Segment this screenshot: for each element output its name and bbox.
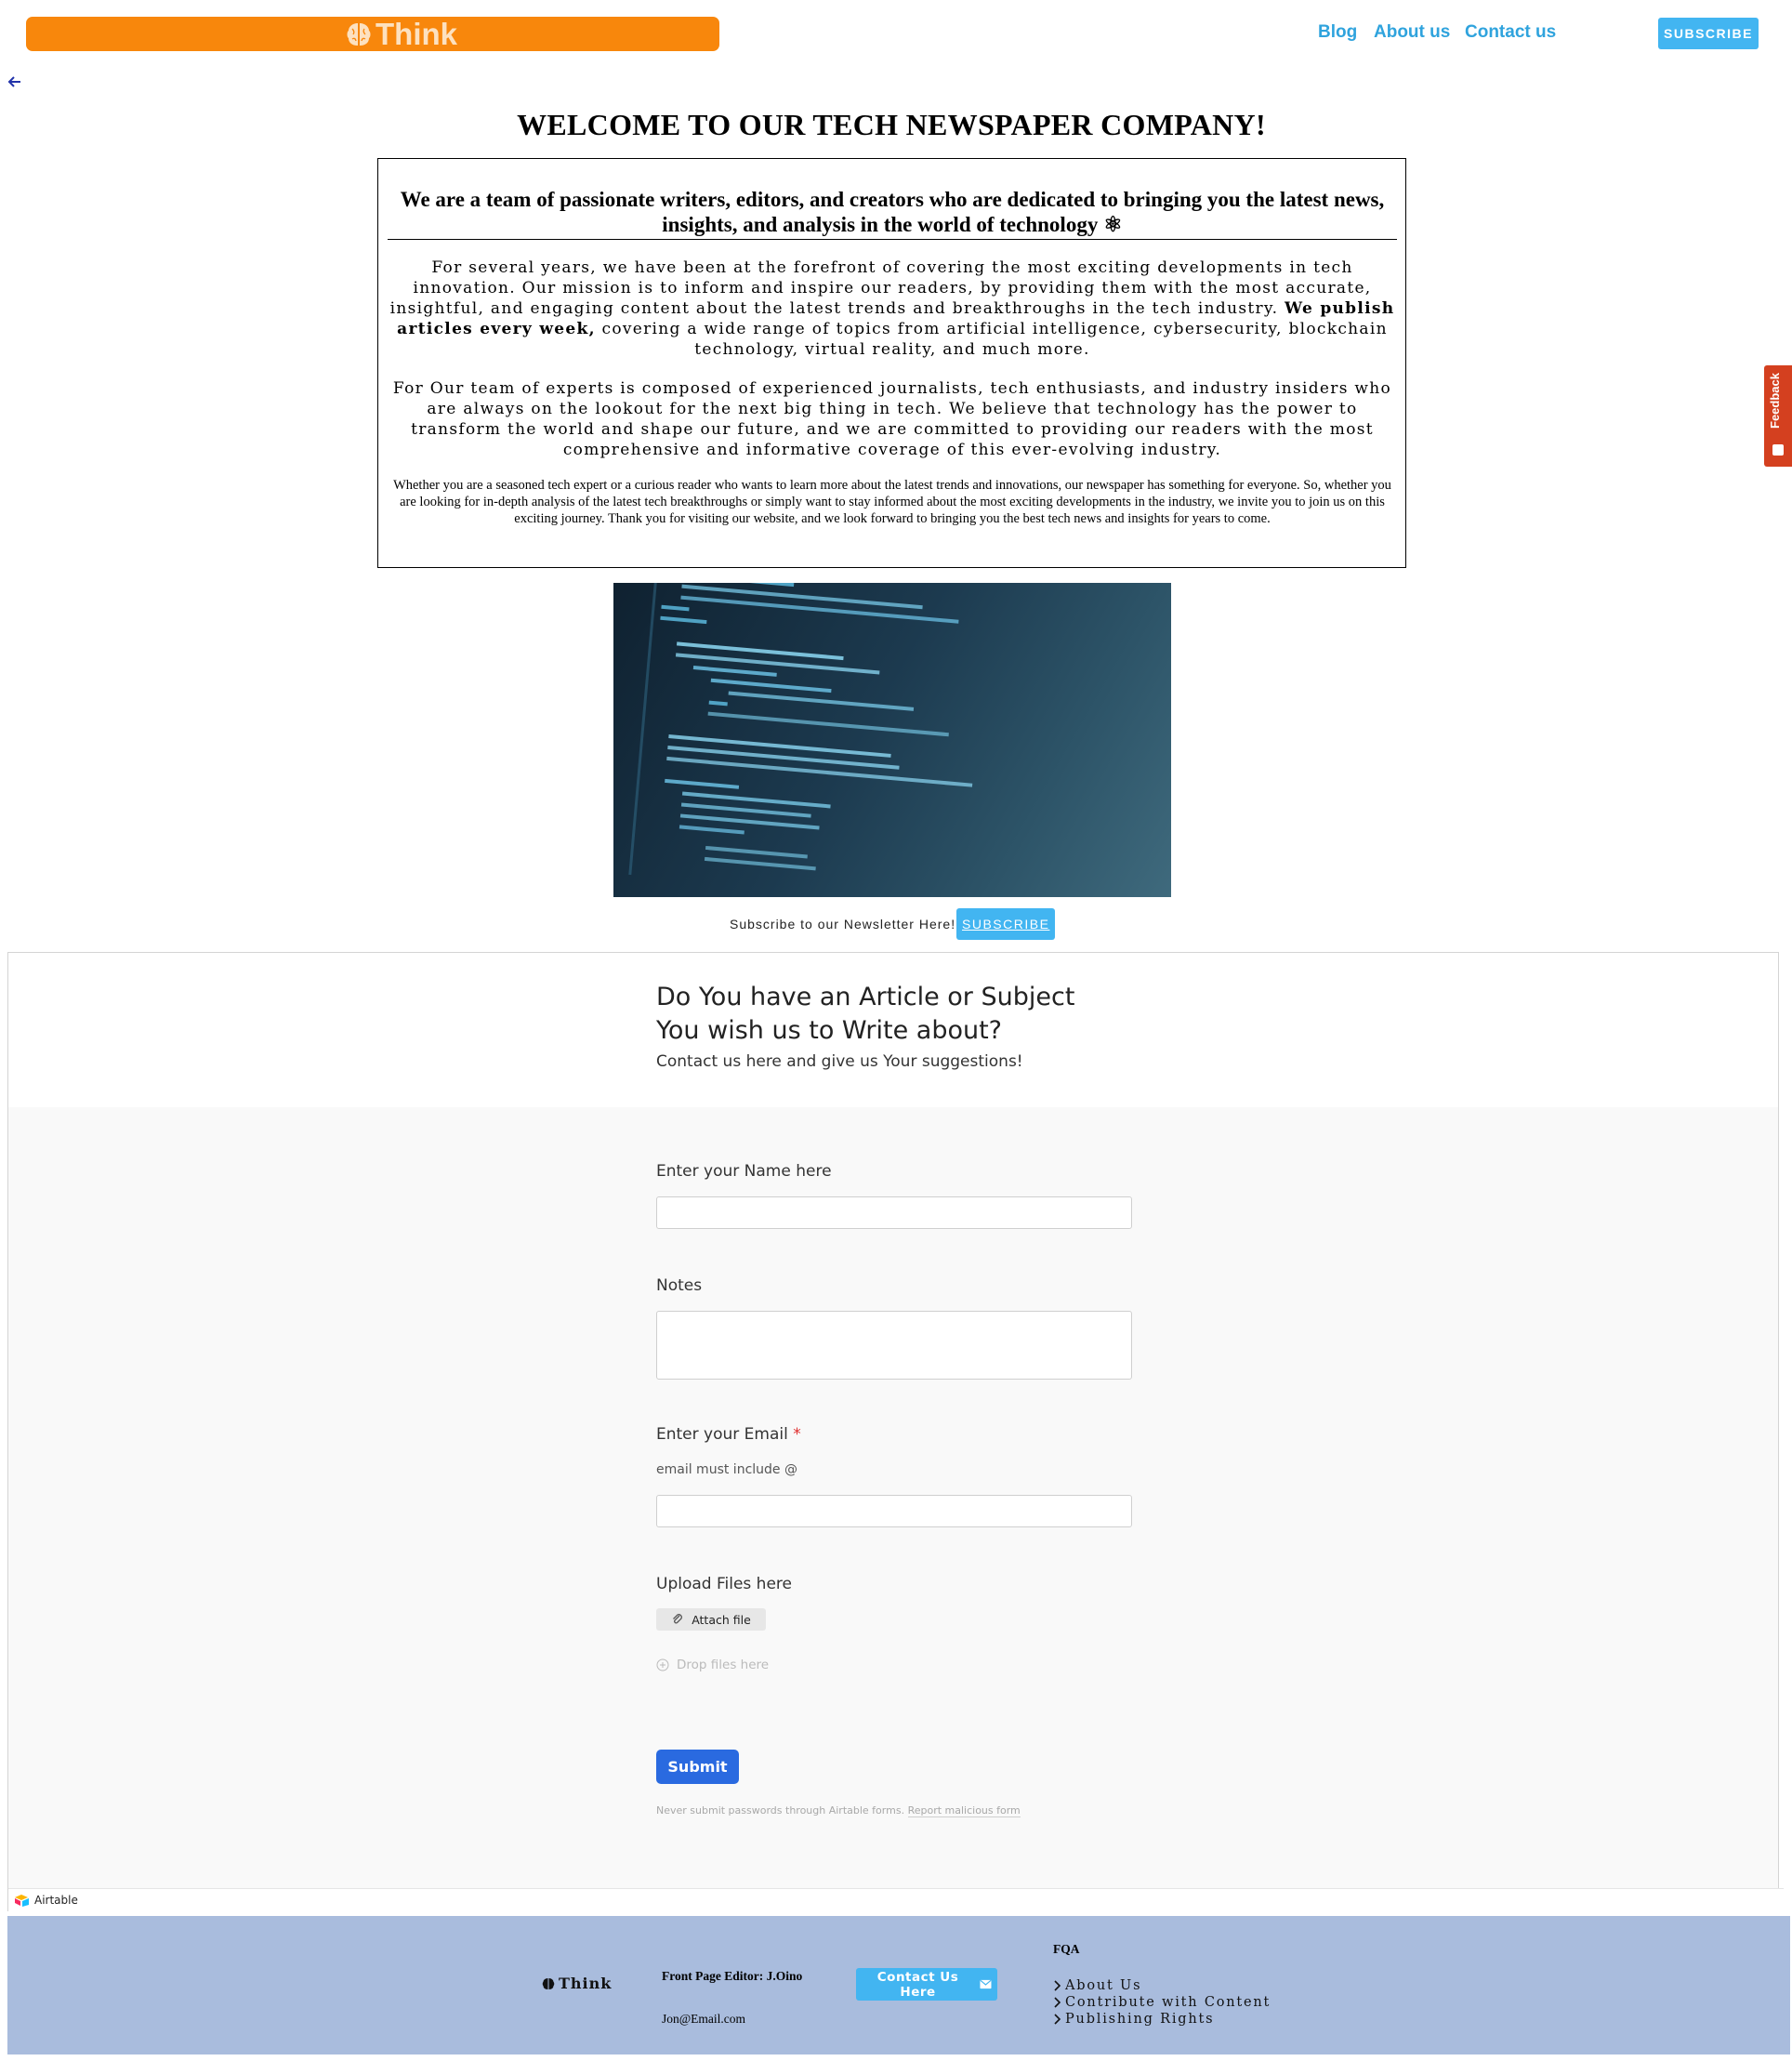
footer-link-rights[interactable]: Publishing Rights xyxy=(1053,2011,1271,2028)
code-screenshot-image xyxy=(613,583,1171,897)
chevron-right-icon xyxy=(1054,2014,1061,2025)
footer-fqa-title: FQA xyxy=(1053,1942,1080,1956)
logo-bar[interactable]: Think xyxy=(26,17,719,51)
footer-logo-text: Think xyxy=(559,1975,613,1992)
feedback-icon xyxy=(1772,444,1784,456)
attach-file-label: Attach file xyxy=(692,1612,751,1627)
nav-link-about[interactable]: About us xyxy=(1374,22,1450,43)
feedback-label: Feedback xyxy=(1768,373,1782,429)
name-input[interactable] xyxy=(656,1196,1132,1229)
chevron-right-icon xyxy=(1054,1980,1061,1991)
email-help-text: email must include @ xyxy=(656,1462,797,1477)
email-field-label: Enter your Email * xyxy=(656,1425,801,1444)
airtable-form: Do You have an Article or Subject You wi… xyxy=(7,952,1784,1911)
brain-icon xyxy=(542,1977,555,1989)
drop-zone[interactable]: Drop files here xyxy=(656,1658,769,1672)
drop-files-label: Drop files here xyxy=(677,1658,770,1672)
form-title: Do You have an Article or Subject You wi… xyxy=(656,983,1075,1045)
intro-p1-start: For several years, we have been at the f… xyxy=(389,258,1372,318)
nav-link-blog[interactable]: Blog xyxy=(1318,22,1357,43)
footer-logo[interactable]: Think xyxy=(541,1975,612,1992)
subscribe-button-newsletter[interactable]: SUBSCRIBE xyxy=(956,908,1055,940)
newsletter-row: Subscribe to our Newsletter Here! xyxy=(730,908,955,940)
intro-paragraph-1: For several years, we have been at the f… xyxy=(389,258,1395,360)
notes-textarea[interactable] xyxy=(656,1311,1132,1380)
logo-text: Think xyxy=(376,16,457,51)
nav-link-contact[interactable]: Contact us xyxy=(1465,22,1556,43)
back-arrow-icon[interactable] xyxy=(6,73,24,91)
email-label-text: Enter your Email xyxy=(656,1425,788,1444)
intro-p1-end: covering a wide range of topics from art… xyxy=(595,320,1388,359)
footer-editor: Front Page Editor: J.Oino xyxy=(662,1969,803,1983)
feedback-tab[interactable]: Feedback xyxy=(1764,365,1792,467)
form-header: Do You have an Article or Subject You wi… xyxy=(8,953,1778,1107)
intro-heading: We are a team of passionate writers, edi… xyxy=(388,187,1397,240)
plus-circle-icon xyxy=(656,1658,669,1671)
required-marker: * xyxy=(793,1425,801,1444)
footer: Think Front Page Editor: J.Oino Jon@Emai… xyxy=(7,1916,1790,2054)
footer-link-contribute[interactable]: Contribute with Content xyxy=(1053,1994,1271,2011)
footer-contact-label: Contact Us Here xyxy=(876,1969,959,2000)
brain-icon xyxy=(347,22,371,46)
report-malicious-link[interactable]: Report malicious form xyxy=(907,1804,1021,1817)
notes-field-label: Notes xyxy=(656,1276,703,1295)
attach-file-button[interactable]: Attach file xyxy=(656,1608,766,1631)
envelope-icon xyxy=(980,1979,992,1989)
email-input[interactable] xyxy=(656,1495,1132,1527)
intro-paragraph-2: For Our team of experts is composed of e… xyxy=(392,379,1392,459)
airtable-branding[interactable]: Airtable xyxy=(8,1888,1784,1911)
atom-icon: ⚛ xyxy=(1103,213,1123,236)
intro-box: We are a team of passionate writers, edi… xyxy=(377,158,1406,568)
submit-button[interactable]: Submit xyxy=(656,1750,739,1784)
footer-links: About Us Contribute with Content Publish… xyxy=(1053,1977,1271,2028)
footer-link-label: About Us xyxy=(1065,1978,1142,1993)
footer-link-about[interactable]: About Us xyxy=(1053,1977,1271,1994)
name-field-label: Enter your Name here xyxy=(656,1162,832,1181)
form-disclaimer: Never submit passwords through Airtable … xyxy=(656,1804,1021,1817)
footer-email: Jon@Email.com xyxy=(662,2012,746,2026)
airtable-logo-icon xyxy=(15,1895,29,1907)
page-title: WELCOME TO OUR TECH NEWSPAPER COMPANY! xyxy=(517,108,1266,141)
intro-paragraph-3: Whether you are a seasoned tech expert o… xyxy=(393,478,1391,526)
disclaimer-text: Never submit passwords through Airtable … xyxy=(656,1804,905,1817)
form-subtitle: Contact us here and give us Your suggest… xyxy=(656,1052,1023,1071)
newsletter-text: Subscribe to our Newsletter Here! xyxy=(730,917,956,931)
subscribe-button-header[interactable]: SUBSCRIBE xyxy=(1658,18,1759,49)
footer-link-label: Contribute with Content xyxy=(1065,1995,1272,2010)
footer-link-label: Publishing Rights xyxy=(1065,2012,1215,2027)
intro-heading-text: We are a team of passionate writers, edi… xyxy=(400,188,1385,236)
paperclip-icon xyxy=(673,1614,683,1624)
site-logo[interactable]: Think xyxy=(344,17,457,51)
code-lines-graphic xyxy=(628,583,973,876)
chevron-right-icon xyxy=(1054,1997,1061,2008)
footer-contact-button[interactable]: Contact Us Here xyxy=(856,1968,997,2001)
upload-field-label: Upload Files here xyxy=(656,1575,792,1593)
airtable-brand-text: Airtable xyxy=(34,1894,78,1907)
